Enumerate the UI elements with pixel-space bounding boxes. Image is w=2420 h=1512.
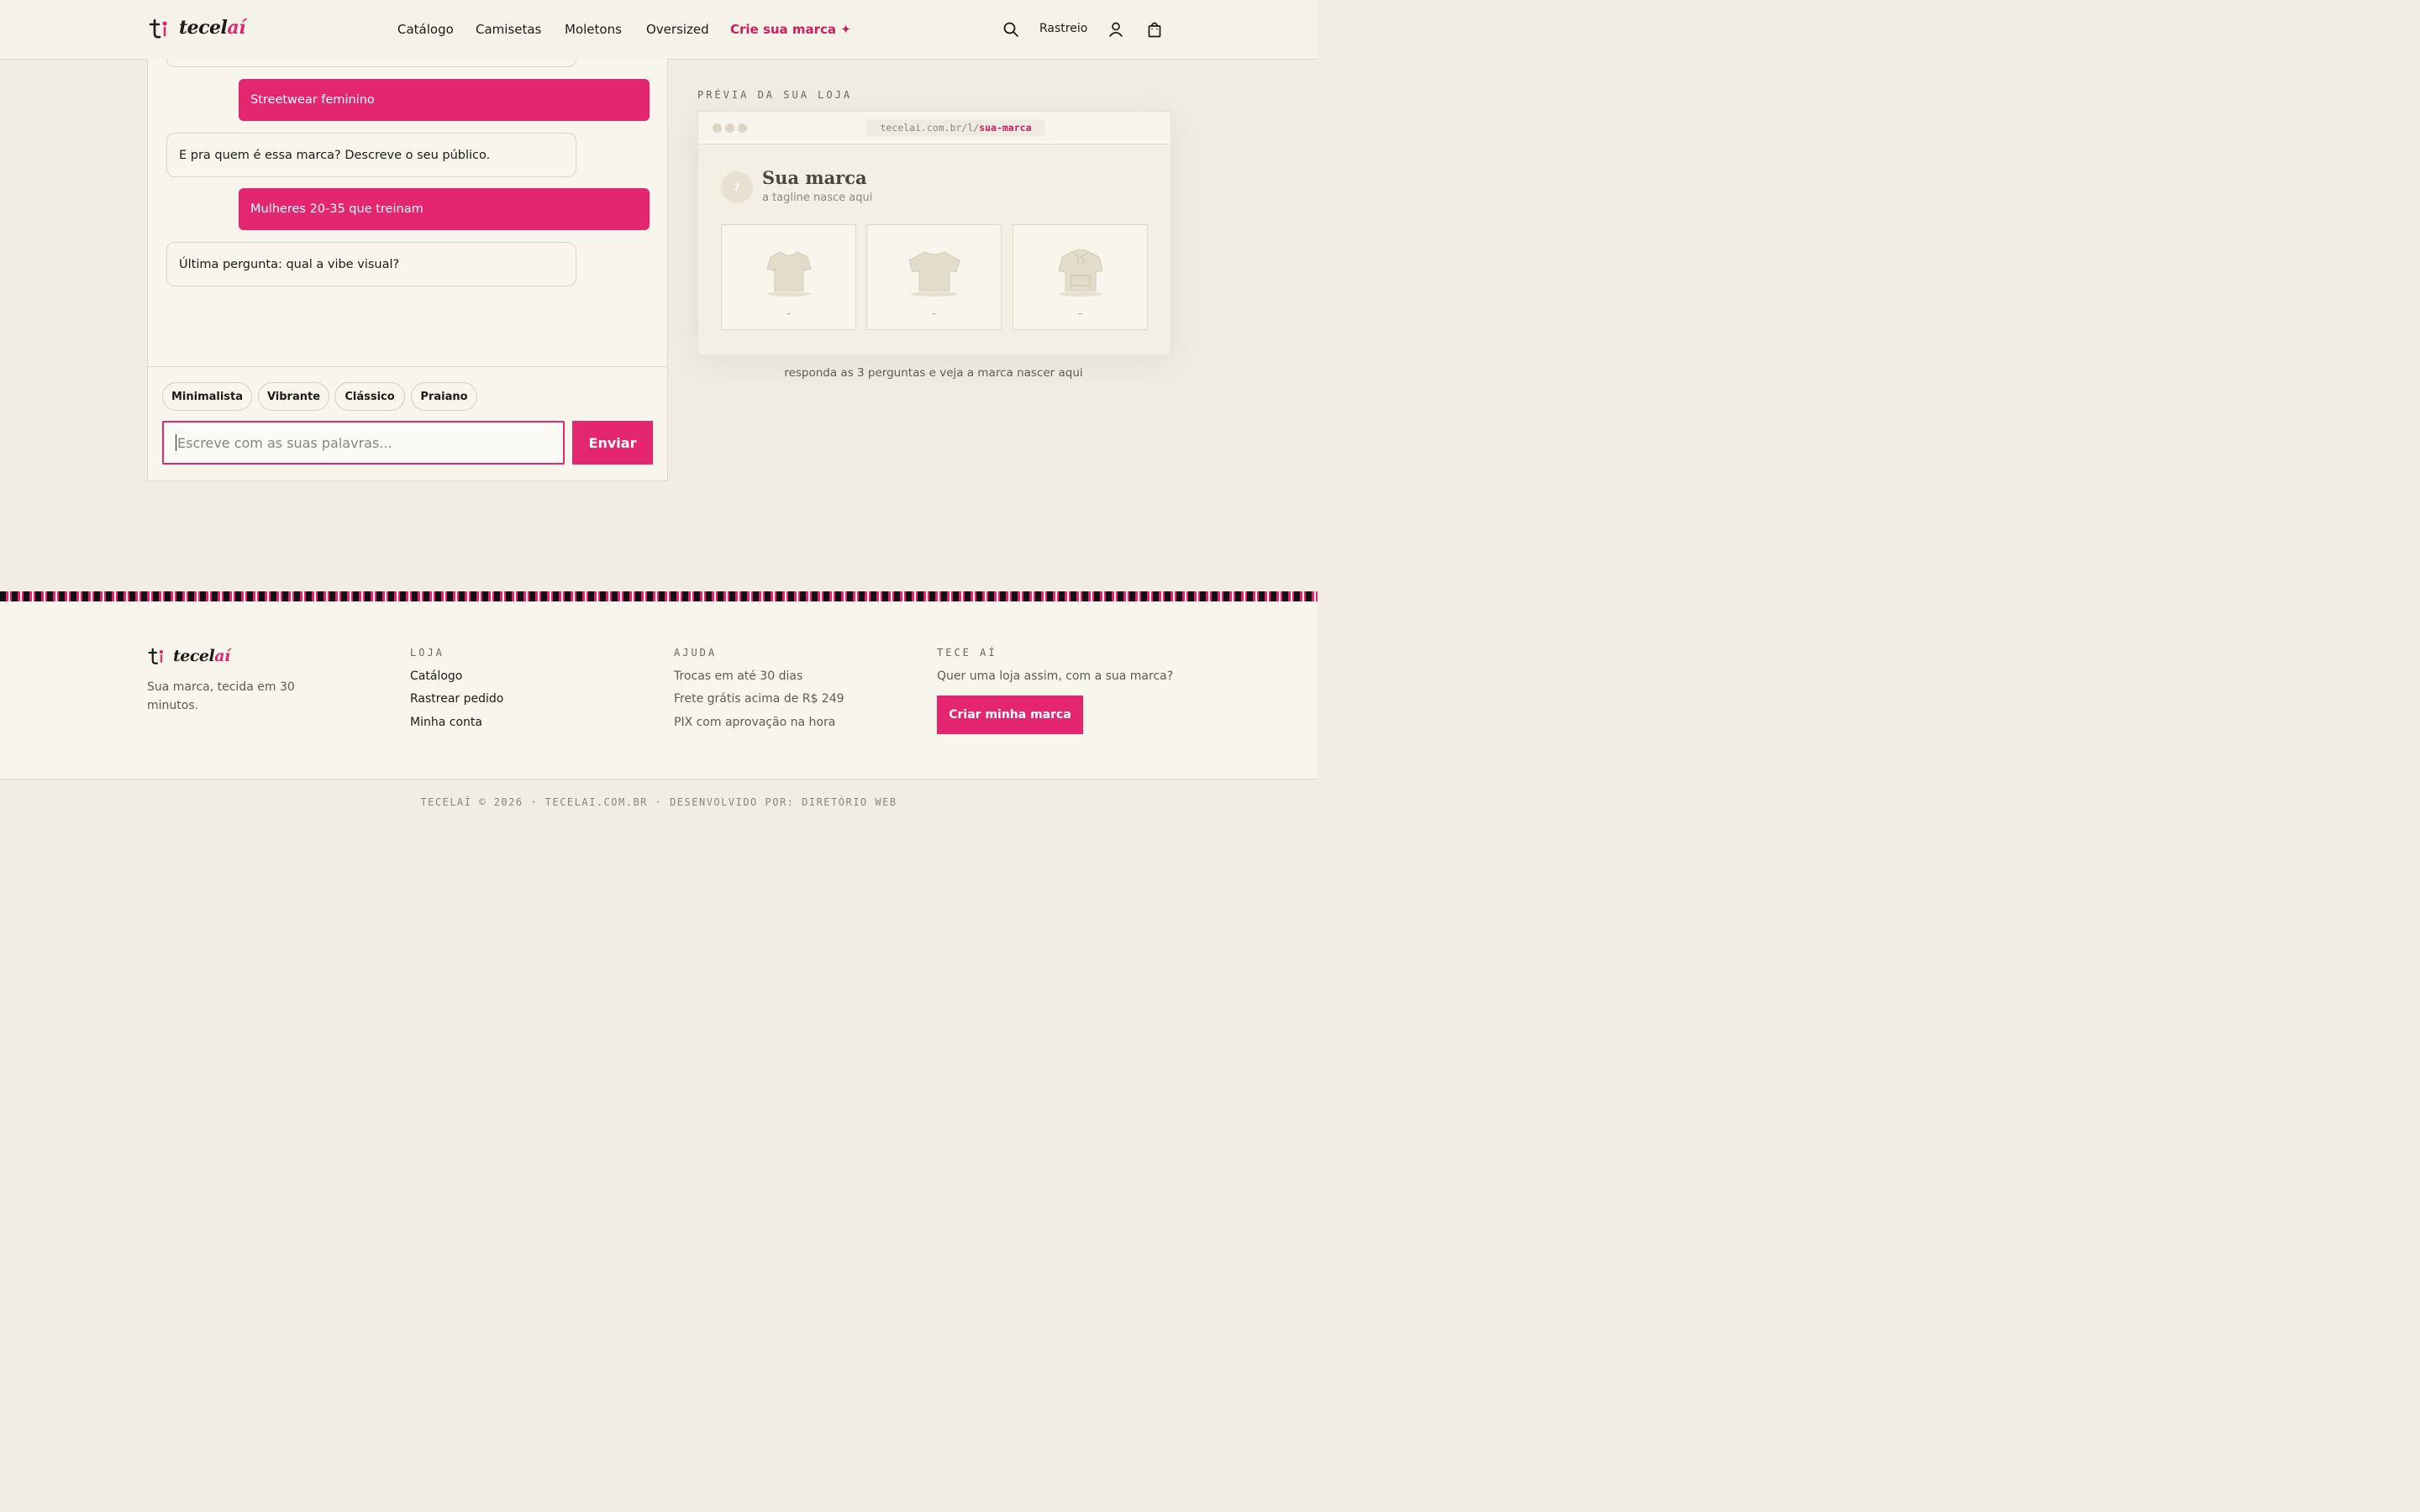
chat-message-bot: E pra quem é essa marca? Descreve o seu … <box>166 133 576 177</box>
hoodie-icon <box>1058 249 1103 297</box>
chip-vibrante[interactable]: Vibrante <box>258 382 329 411</box>
brand-tagline: a tagline nasce aqui <box>762 192 873 204</box>
logo-text-main: tecel <box>173 647 215 665</box>
product-price: – <box>786 307 792 319</box>
footer-link-rastrear[interactable]: Rastrear pedido <box>410 692 503 706</box>
footer-cta-text: Quer uma loja assim, com a sua marca? <box>937 669 1174 683</box>
window-dot <box>725 123 734 133</box>
chat-input[interactable]: Escreve com as suas palavras... <box>162 421 565 465</box>
search-icon[interactable] <box>1002 21 1019 38</box>
brand-name: Sua marca <box>762 167 867 188</box>
nav-crie-sua-marca[interactable]: Crie sua marca ✦ <box>730 22 851 37</box>
url-prefix: tecelai.com.br/l/ <box>880 122 980 134</box>
window-dot <box>738 123 747 133</box>
product-card: – <box>866 224 1002 330</box>
brand-avatar: ? <box>721 171 753 203</box>
checkered-divider <box>0 591 1318 601</box>
preview-url: tecelai.com.br/l/sua-marca <box>866 119 1045 136</box>
chat-composer: Minimalista Vibrante Clássico Praiano Es… <box>148 366 667 480</box>
footer-cta-heading: TECE AÍ <box>937 647 997 659</box>
store-preview-window: tecelai.com.br/l/sua-marca ? Sua marca a… <box>697 111 1171 355</box>
logo-text-main: tecel <box>179 17 228 39</box>
browser-bar: tecelai.com.br/l/sua-marca <box>698 112 1171 144</box>
chat-panel: Streetwear feminino E pra quem é essa ma… <box>147 59 668 481</box>
nav-moletons[interactable]: Moletons <box>565 22 622 37</box>
tshirt-icon <box>766 251 812 297</box>
top-header: tecelaí Catálogo Camisetas Moletons Over… <box>0 0 1318 60</box>
logo-mark-icon <box>148 648 164 664</box>
preview-note: responda as 3 perguntas e veja a marca n… <box>784 366 1083 380</box>
footer-help-item: PIX com aprovação na hora <box>674 716 836 729</box>
nav-catalogo[interactable]: Catálogo <box>397 22 454 37</box>
footer-store-heading: LOJA <box>410 647 445 659</box>
footer-link-catalogo[interactable]: Catálogo <box>410 669 462 683</box>
logo-mark-icon <box>149 18 167 39</box>
tracking-link[interactable]: Rastreio <box>1039 22 1087 35</box>
logo[interactable]: tecelaí <box>148 17 274 42</box>
nav-camisetas[interactable]: Camisetas <box>476 22 541 37</box>
chat-input-placeholder: Escreve com as suas palavras... <box>177 434 392 451</box>
chat-message-user: Mulheres 20-35 que treinam <box>239 188 650 230</box>
chip-praiano[interactable]: Praiano <box>411 382 477 411</box>
logo-text-accent: aí <box>227 17 246 39</box>
chat-message-bot: Última pergunta: qual a vibe visual? <box>166 242 576 286</box>
footer-help-item: Frete grátis acima de R$ 249 <box>674 692 844 706</box>
logo-text: tecelaí <box>179 17 246 39</box>
create-brand-button[interactable]: Criar minha marca <box>937 696 1083 734</box>
shopping-bag-icon[interactable] <box>1146 21 1163 38</box>
copyright: TECELAÍ © 2026 · TECELAI.COM.BR · DESENV… <box>420 796 897 808</box>
url-slug: sua-marca <box>979 122 1032 134</box>
product-price: – <box>931 307 937 319</box>
bottom-bar: TECELAÍ © 2026 · TECELAI.COM.BR · DESENV… <box>0 779 1318 824</box>
footer-help-item: Trocas em até 30 dias <box>674 669 803 683</box>
chat-message-user: Streetwear feminino <box>239 79 650 121</box>
product-price: – <box>1077 307 1083 319</box>
chip-minimalista[interactable]: Minimalista <box>162 382 252 411</box>
user-icon[interactable] <box>1107 21 1124 38</box>
product-card: – <box>1013 224 1148 330</box>
chip-classico[interactable]: Clássico <box>334 382 405 411</box>
footer: tecelaí Sua marca, tecida em 30 minutos.… <box>0 601 1318 779</box>
oversized-tshirt-icon <box>908 251 960 297</box>
nav-oversized[interactable]: Oversized <box>646 22 709 37</box>
footer-logo-text: tecelaí <box>173 647 230 665</box>
footer-about: Sua marca, tecida em 30 minutos. <box>147 680 295 712</box>
footer-logo[interactable]: tecelaí <box>147 647 248 669</box>
window-dot <box>713 123 722 133</box>
footer-help-heading: AJUDA <box>674 647 718 659</box>
logo-text-accent: aí <box>214 647 230 665</box>
product-card: – <box>721 224 856 330</box>
send-button[interactable]: Enviar <box>572 421 653 465</box>
chat-message-bot-partial <box>166 59 576 67</box>
preview-store: ? Sua marca a tagline nasce aqui – – – <box>698 144 1171 354</box>
footer-link-conta[interactable]: Minha conta <box>410 716 482 729</box>
preview-label: PRÉVIA DA SUA LOJA <box>697 89 853 101</box>
